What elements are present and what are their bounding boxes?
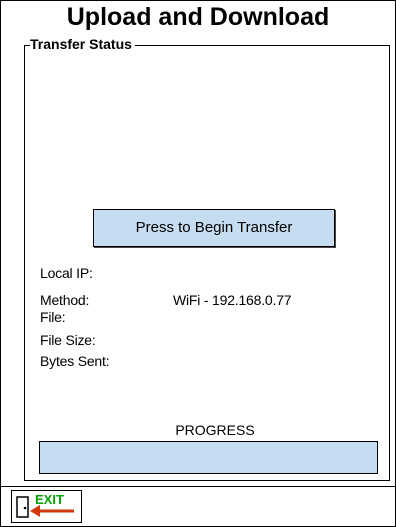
progress-label: PROGRESS	[175, 422, 255, 438]
method-value: WiFi - 192.168.0.77	[173, 292, 292, 308]
local-ip-label: Local IP:	[40, 265, 93, 281]
transfer-status-legend: Transfer Status	[30, 35, 135, 53]
file-size-label: File Size:	[40, 332, 96, 348]
exit-door-icon: EXIT	[16, 492, 74, 518]
file-label: File:	[40, 309, 66, 325]
page-title: Upload and Download	[66, 3, 330, 31]
exit-button[interactable]: EXIT	[11, 490, 82, 523]
method-label: Method:	[40, 292, 90, 308]
transfer-status-group	[24, 45, 390, 481]
exit-label: EXIT	[35, 492, 64, 507]
progress-bar	[39, 441, 378, 474]
bytes-sent-label: Bytes Sent:	[40, 353, 110, 369]
begin-transfer-button[interactable]: Press to Begin Transfer	[93, 209, 335, 247]
footer-divider	[0, 486, 396, 487]
